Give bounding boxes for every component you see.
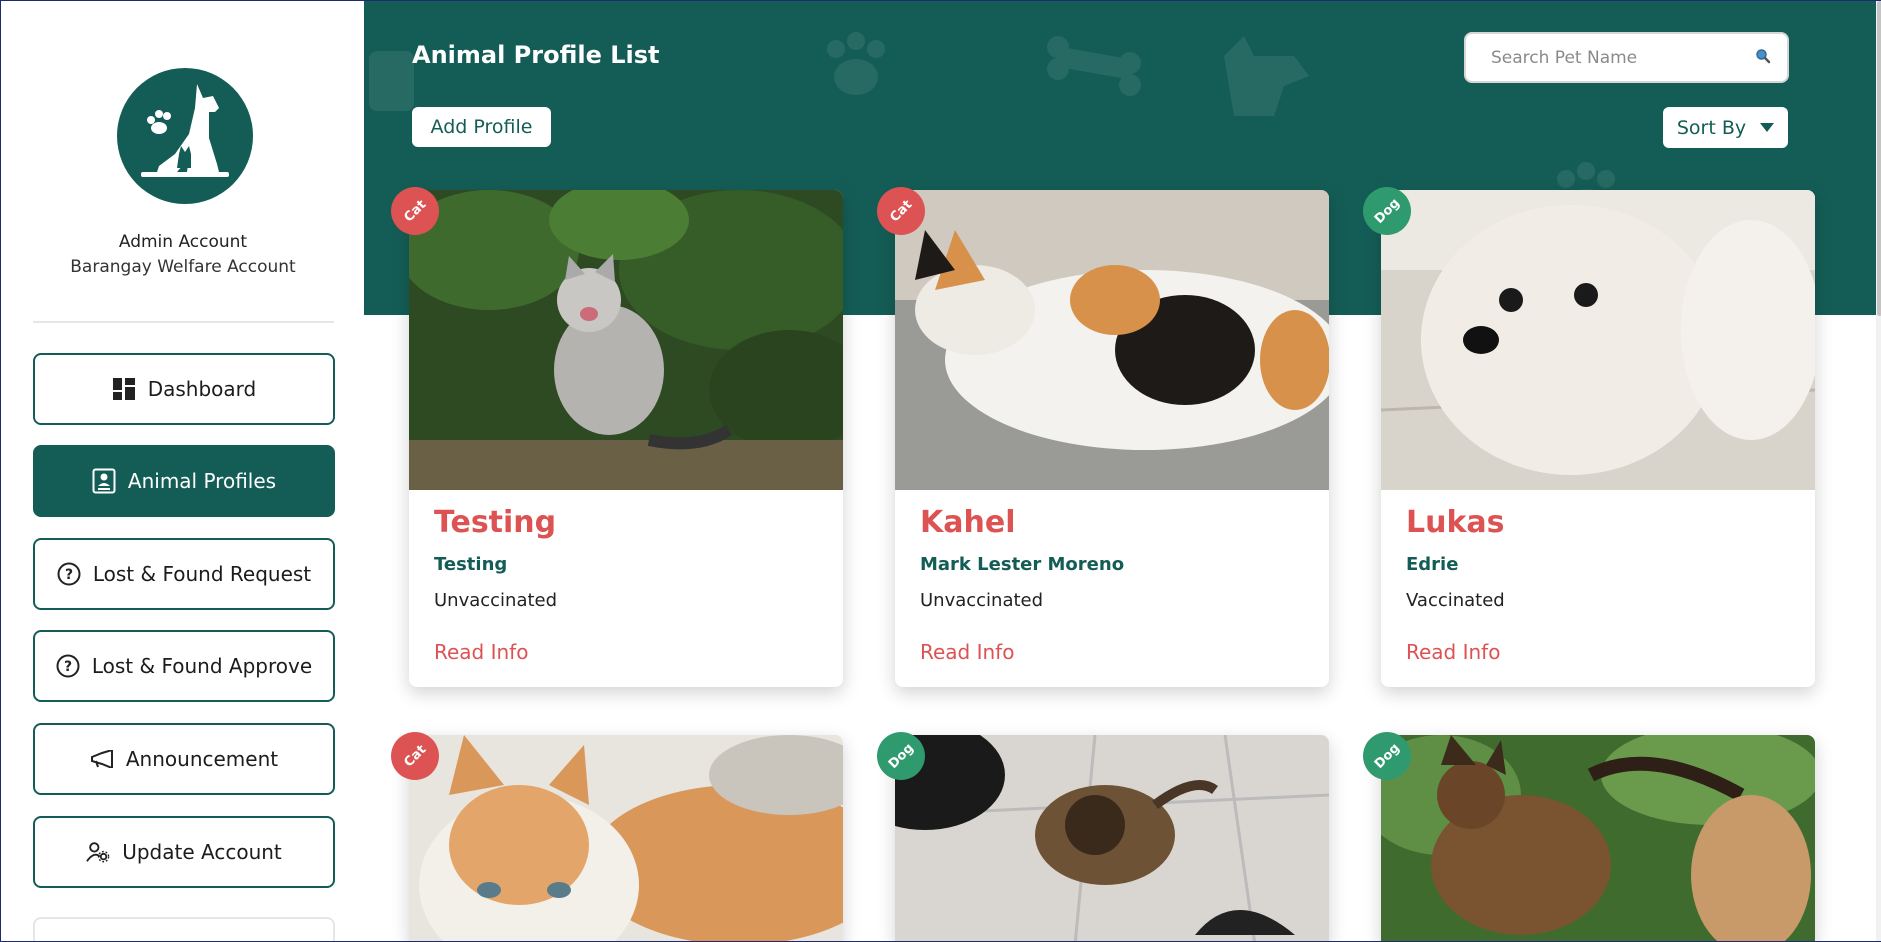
owner-name: Testing: [434, 554, 508, 575]
animal-card: Cat Kahel Mark Lester Moreno Unvaccinate…: [867, 177, 1329, 687]
pet-photo[interactable]: [1381, 735, 1815, 941]
sidebar-item-dashboard[interactable]: Dashboard: [33, 353, 335, 425]
sidebar-item-update-account[interactable]: Update Account: [33, 816, 335, 888]
pet-photo[interactable]: [409, 190, 843, 490]
read-info-link[interactable]: Read Info: [434, 640, 528, 664]
search-input[interactable]: [1491, 47, 1755, 68]
sidebar-item-lost-found-approve[interactable]: ? Lost & Found Approve: [33, 630, 335, 702]
read-info-link[interactable]: Read Info: [1406, 640, 1500, 664]
read-info-link[interactable]: Read Info: [920, 640, 1014, 664]
sidebar-item-announcement[interactable]: Announcement: [33, 723, 335, 795]
search-box: [1464, 32, 1789, 83]
vaccination-status: Unvaccinated: [920, 590, 1044, 611]
search-icon[interactable]: [1755, 48, 1771, 68]
pet-name: Lukas: [1406, 505, 1505, 540]
account-subtitle: Barangay Welfare Account: [70, 257, 296, 277]
pet-photo[interactable]: [895, 735, 1329, 941]
sidebar-item-label: Animal Profiles: [127, 469, 277, 493]
vaccination-status: Unvaccinated: [434, 590, 558, 611]
question-circle-icon: ?: [56, 654, 80, 678]
dashboard-icon: [112, 377, 136, 401]
scrollbar-thumb[interactable]: [1877, 1, 1881, 316]
animal-card: Dog: [867, 722, 1329, 941]
sidebar-divider: [33, 321, 334, 323]
sort-by-label: Sort By: [1676, 116, 1747, 139]
sidebar: Admin Account Barangay Welfare Account D…: [2, 1, 364, 941]
sort-by-dropdown[interactable]: Sort By: [1663, 107, 1788, 148]
animal-card: Dog: [1353, 722, 1815, 941]
animal-card: Cat: [381, 722, 843, 941]
pet-photo[interactable]: [1381, 190, 1815, 490]
animal-card: Cat Testing Testing Unvaccinated Read In…: [381, 177, 843, 687]
pet-photo[interactable]: [895, 190, 1329, 490]
animal-card: Dog Lukas Edrie Vaccinated Read Info: [1353, 177, 1815, 687]
sidebar-item-lost-found-request[interactable]: ? Lost & Found Request: [33, 538, 335, 610]
sidebar-item-label: Lost & Found Request: [92, 562, 312, 586]
pet-name: Testing: [434, 505, 557, 540]
sidebar-item-animal-profiles[interactable]: Animal Profiles: [33, 445, 335, 517]
caret-down-icon: [1760, 123, 1775, 132]
svg-text:?: ?: [64, 659, 72, 675]
pet-photo[interactable]: [409, 735, 843, 941]
owner-name: Mark Lester Moreno: [920, 554, 1125, 575]
sidebar-item-label: Update Account: [122, 840, 282, 864]
dog-watermark-icon: [1224, 36, 1309, 116]
paw-watermark-icon: [827, 32, 885, 95]
svg-text:?: ?: [65, 567, 73, 583]
question-circle-icon: ?: [57, 562, 81, 586]
bone-watermark-icon: [1047, 36, 1141, 96]
add-profile-button[interactable]: Add Profile: [412, 107, 551, 147]
sidebar-item-label: Dashboard: [147, 377, 257, 401]
sidebar-item-partial[interactable]: [33, 917, 335, 941]
pet-shelter-logo: [117, 68, 253, 204]
profile-icon: [92, 468, 116, 494]
user-gear-icon: [86, 840, 110, 864]
main-content: Animal Profile List Add Profile Sort By …: [364, 1, 1881, 941]
account-name: Admin Account: [118, 232, 248, 252]
vaccination-status: Vaccinated: [1406, 590, 1505, 611]
sidebar-item-label: Announcement: [125, 747, 279, 771]
page-title: Animal Profile List: [412, 41, 660, 69]
owner-name: Edrie: [1406, 554, 1459, 575]
pet-name: Kahel: [920, 505, 1016, 540]
sidebar-item-label: Lost & Found Approve: [91, 654, 313, 678]
megaphone-icon: [90, 747, 114, 771]
